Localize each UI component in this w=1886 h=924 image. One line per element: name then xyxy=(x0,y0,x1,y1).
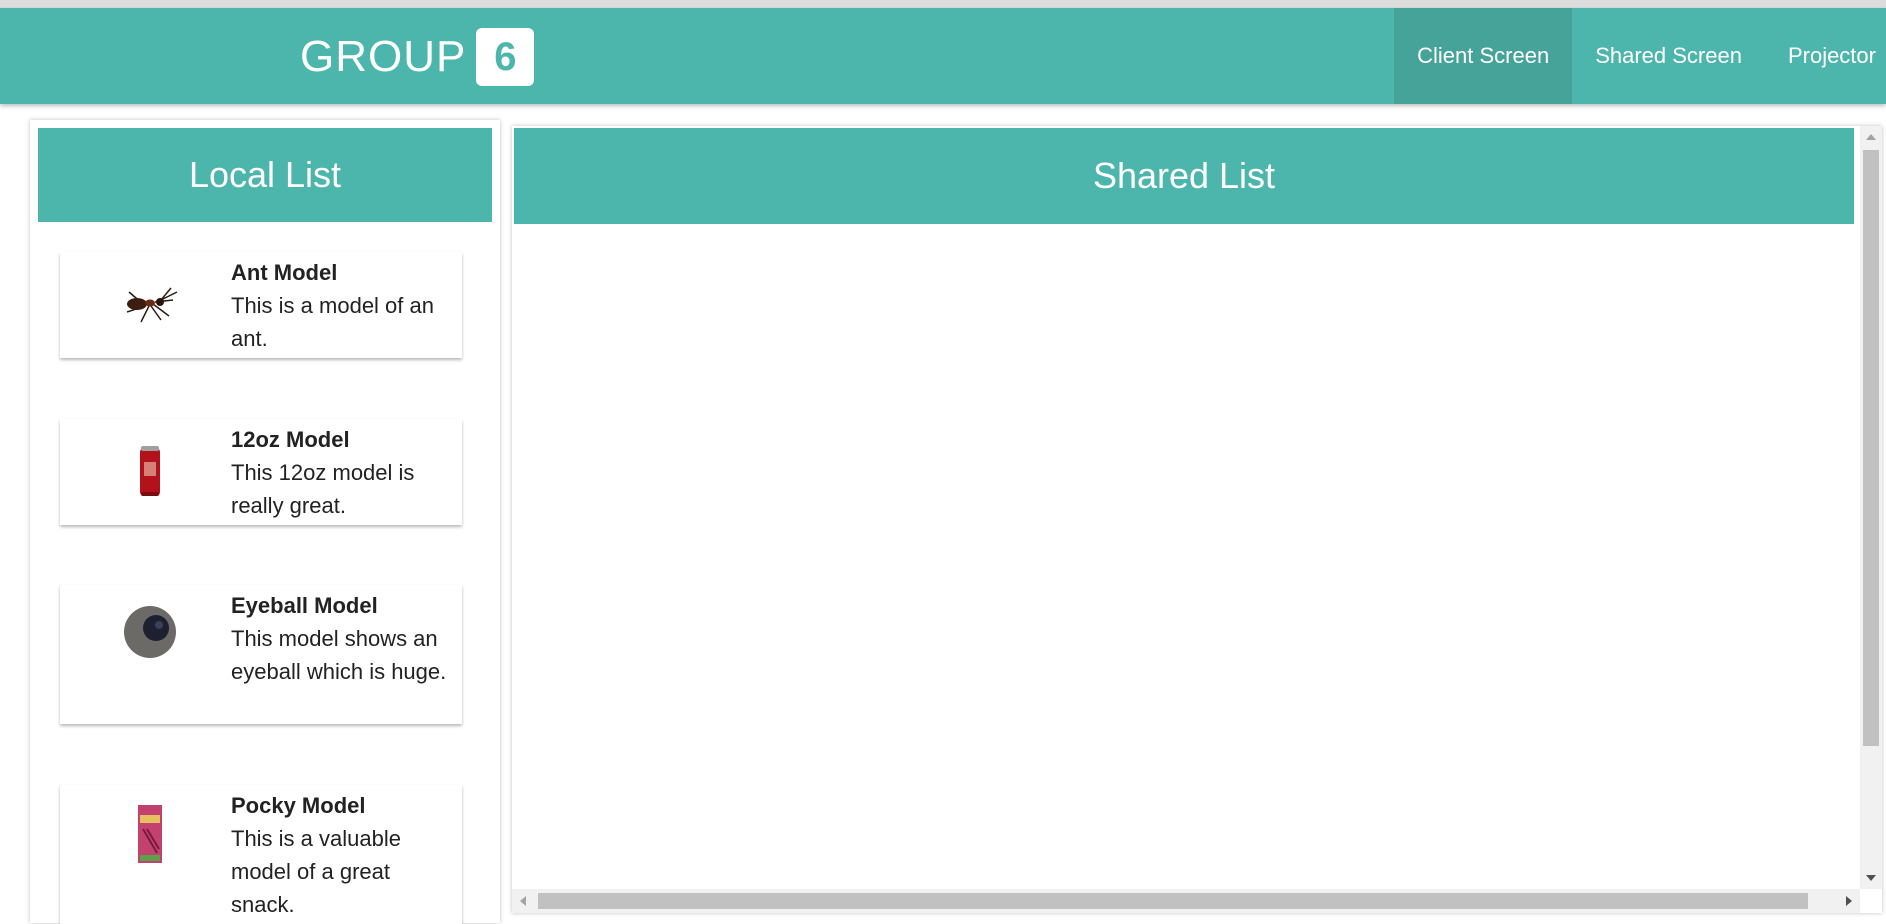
soda-can-icon xyxy=(110,437,190,507)
scroll-right-arrow-icon[interactable] xyxy=(1846,896,1852,906)
list-item-text: Eyeball Model This model shows an eyebal… xyxy=(231,589,456,688)
horizontal-scroll-thumb[interactable] xyxy=(538,893,1808,909)
nav-link-shared-screen[interactable]: Shared Screen xyxy=(1572,8,1765,104)
item-description: This is a model of an ant. xyxy=(231,293,434,351)
list-item-pocky-model[interactable]: Pocky Model This is a valuable model of … xyxy=(60,785,462,924)
horizontal-scrollbar[interactable] xyxy=(512,889,1860,913)
shared-list-title: Shared List xyxy=(514,128,1854,224)
list-item-text: 12oz Model This 12oz model is really gre… xyxy=(231,423,456,522)
nav-link-projector[interactable]: Projector xyxy=(1765,8,1886,104)
item-title: Eyeball Model xyxy=(231,593,378,618)
ant-icon xyxy=(110,270,190,340)
list-item-ant-model[interactable]: Ant Model This is a model of an ant. xyxy=(60,252,462,358)
item-description: This model shows an eyeball which is hug… xyxy=(231,626,447,684)
nav-links: Client Screen Shared Screen Projector xyxy=(1394,8,1886,104)
item-title: 12oz Model xyxy=(231,427,350,452)
navbar: GROUP 6 Client Screen Shared Screen Proj… xyxy=(0,8,1886,104)
local-list-title: Local List xyxy=(38,128,492,222)
eyeball-icon xyxy=(110,597,190,667)
brand-logo[interactable]: GROUP 6 xyxy=(300,28,535,86)
shared-list-panel: Shared List xyxy=(512,126,1882,913)
item-title: Pocky Model xyxy=(231,793,366,818)
list-item-text: Pocky Model This is a valuable model of … xyxy=(231,789,456,921)
scroll-down-arrow-icon[interactable] xyxy=(1866,875,1876,881)
item-description: This is a valuable model of a great snac… xyxy=(231,826,401,917)
item-title: Ant Model xyxy=(231,260,338,285)
scroll-up-arrow-icon[interactable] xyxy=(1866,134,1876,140)
browser-top-strip xyxy=(0,0,1886,8)
vertical-scrollbar[interactable] xyxy=(1860,126,1882,889)
brand-text: GROUP xyxy=(300,32,467,81)
list-item-eyeball-model[interactable]: Eyeball Model This model shows an eyebal… xyxy=(60,585,462,724)
vertical-scroll-thumb[interactable] xyxy=(1863,150,1879,746)
list-item-text: Ant Model This is a model of an ant. xyxy=(231,256,456,355)
nav-link-client-screen[interactable]: Client Screen xyxy=(1394,8,1573,104)
local-list-panel: Local List Ant Model This is a model of … xyxy=(30,120,500,924)
brand-badge: 6 xyxy=(476,28,535,86)
item-description: This 12oz model is really great. xyxy=(231,460,415,518)
list-item-12oz-model[interactable]: 12oz Model This 12oz model is really gre… xyxy=(60,419,462,525)
scroll-left-arrow-icon[interactable] xyxy=(520,896,526,906)
pocky-box-icon xyxy=(110,799,190,869)
